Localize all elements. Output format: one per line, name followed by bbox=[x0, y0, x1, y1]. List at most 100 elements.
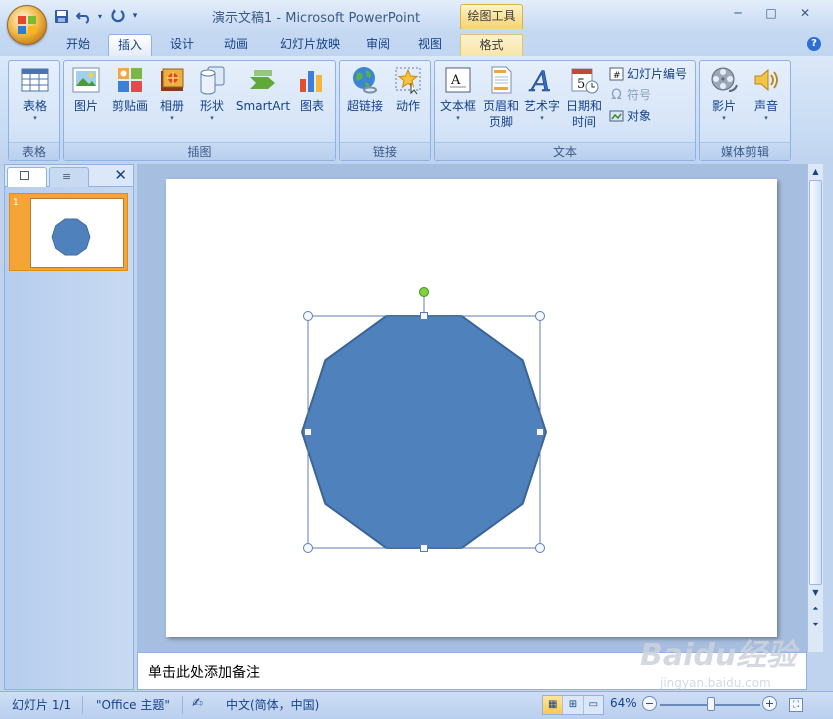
zoom-slider-thumb[interactable] bbox=[707, 697, 715, 711]
customize-toolbar-icon[interactable]: ▾ bbox=[130, 7, 140, 25]
zoom-out-icon[interactable]: − bbox=[642, 696, 657, 711]
office-button[interactable] bbox=[7, 5, 47, 45]
object-label: 对象 bbox=[627, 109, 652, 123]
header-footer-button[interactable]: 页眉和 页脚 bbox=[480, 63, 522, 130]
undo-icon[interactable] bbox=[74, 7, 92, 25]
wordart-icon: A bbox=[528, 65, 552, 95]
sound-button[interactable]: 声音 ▾ bbox=[746, 63, 786, 123]
chart-label: 图表 bbox=[299, 99, 324, 113]
speaker-icon bbox=[754, 68, 778, 92]
slide-thumbnail[interactable] bbox=[30, 198, 124, 268]
sound-label: 声音 bbox=[753, 99, 778, 113]
previous-slide-icon[interactable]: ⏶ bbox=[809, 602, 822, 616]
table-button[interactable]: 表格 ▾ bbox=[13, 63, 57, 123]
resize-handle-left[interactable] bbox=[304, 428, 312, 436]
group-links: 超链接 动作 链接 bbox=[339, 60, 431, 161]
slideshow-view-icon[interactable]: ▭ bbox=[583, 696, 603, 714]
undo-dropdown-icon[interactable]: ▾ bbox=[96, 7, 104, 25]
scroll-thumb[interactable] bbox=[809, 180, 822, 585]
resize-handle-bottom-left[interactable] bbox=[303, 543, 313, 553]
picture-button[interactable]: 图片 bbox=[68, 63, 104, 114]
smartart-button[interactable]: SmartArt bbox=[234, 63, 292, 114]
dropdown-arrow-icon: ▾ bbox=[210, 114, 214, 122]
tab-home[interactable]: 开始 bbox=[58, 34, 98, 56]
decagon-shape[interactable] bbox=[300, 315, 548, 549]
help-icon[interactable]: ? bbox=[807, 37, 821, 51]
tab-animations[interactable]: 动画 bbox=[216, 34, 256, 56]
hyperlink-button[interactable]: 超链接 bbox=[344, 63, 386, 114]
hyperlink-label: 超链接 bbox=[346, 99, 383, 113]
tab-view[interactable]: 视图 bbox=[410, 34, 450, 56]
scroll-up-icon[interactable]: ▲ bbox=[809, 165, 822, 179]
rotation-handle[interactable] bbox=[419, 287, 429, 297]
status-bar: 幻灯片 1/1 "Office 主题" ✍ 中文(简体，中国) ▦ ⊞ ▭ 64… bbox=[0, 691, 833, 719]
panel-tabs: ≡ ✕ bbox=[5, 165, 133, 187]
resize-handle-top-left[interactable] bbox=[303, 311, 313, 321]
theme-name[interactable]: "Office 主题" bbox=[96, 696, 170, 713]
tab-design[interactable]: 设计 bbox=[162, 34, 202, 56]
fit-to-window-icon[interactable]: ⛶ bbox=[789, 698, 803, 712]
watermark-logo: Baidu经验 bbox=[640, 638, 797, 673]
resize-handle-top[interactable] bbox=[420, 312, 428, 320]
chart-icon bbox=[300, 71, 322, 92]
save-icon[interactable] bbox=[52, 7, 70, 25]
slide-sorter-view-icon[interactable]: ⊞ bbox=[563, 696, 584, 714]
wordart-button[interactable]: A 艺术字 ▾ bbox=[523, 63, 561, 123]
zoom-level[interactable]: 64% bbox=[610, 696, 637, 710]
close-icon[interactable]: ✕ bbox=[794, 6, 816, 22]
svg-text:5: 5 bbox=[577, 77, 585, 92]
close-panel-icon[interactable]: ✕ bbox=[114, 166, 127, 184]
ribbon: 表格 ▾ 表格 图片 剪贴画 相册 ▾ 形状 ▾ SmartArt 图表 插图 … bbox=[0, 56, 833, 164]
movie-label: 影片 bbox=[711, 99, 736, 113]
object-button[interactable]: 对象 bbox=[609, 106, 651, 126]
maximize-icon[interactable]: □ bbox=[760, 6, 782, 22]
album-label: 相册 bbox=[159, 99, 184, 113]
object-icon bbox=[609, 110, 624, 122]
chart-button[interactable]: 图表 bbox=[294, 63, 330, 114]
scroll-down-icon[interactable]: ▼ bbox=[809, 586, 822, 600]
group-label-text: 文本 bbox=[435, 142, 695, 160]
resize-handle-top-right[interactable] bbox=[535, 311, 545, 321]
next-slide-icon[interactable]: ⏷ bbox=[809, 618, 822, 632]
movie-button[interactable]: 影片 ▾ bbox=[704, 63, 744, 123]
group-table: 表格 ▾ 表格 bbox=[8, 60, 60, 161]
group-media: 影片 ▾ 声音 ▾ 媒体剪辑 bbox=[699, 60, 791, 161]
slide-number-button[interactable]: # 幻灯片编号 bbox=[609, 64, 687, 84]
slide-thumbnail-selected[interactable]: 1 bbox=[9, 193, 128, 271]
tab-insert[interactable]: 插入 bbox=[108, 34, 152, 56]
group-label-links: 链接 bbox=[340, 142, 430, 160]
header-footer-icon bbox=[491, 66, 512, 94]
spelling-check-icon[interactable]: ✍ bbox=[192, 696, 203, 711]
vertical-scrollbar[interactable]: ▲ ▼ ⏶ ⏷ bbox=[807, 164, 823, 652]
resize-handle-bottom-right[interactable] bbox=[535, 543, 545, 553]
group-illustrations: 图片 剪贴画 相册 ▾ 形状 ▾ SmartArt 图表 插图 bbox=[63, 60, 336, 161]
tab-slideshow[interactable]: 幻灯片放映 bbox=[270, 34, 350, 56]
header-footer-label-1: 页眉和 bbox=[482, 99, 519, 113]
album-button[interactable]: 相册 ▾ bbox=[154, 63, 190, 123]
outline-tab[interactable]: ≡ bbox=[49, 167, 89, 187]
textbox-button[interactable]: A 文本框 ▾ bbox=[437, 63, 479, 123]
symbol-button[interactable]: Ω 符号 bbox=[609, 85, 651, 105]
wordart-label: 艺术字 bbox=[523, 99, 560, 113]
ribbon-tabs: 开始 插入 设计 动画 幻灯片放映 审阅 视图 格式 ? bbox=[0, 31, 833, 56]
resize-handle-right[interactable] bbox=[536, 428, 544, 436]
slide-canvas[interactable] bbox=[166, 179, 777, 637]
zoom-in-icon[interactable]: + bbox=[762, 696, 777, 711]
clipart-label: 剪贴画 bbox=[111, 99, 148, 113]
dropdown-arrow-icon: ▾ bbox=[33, 114, 37, 122]
redo-icon[interactable] bbox=[108, 7, 126, 25]
slides-tab[interactable] bbox=[7, 167, 47, 187]
view-buttons: ▦ ⊞ ▭ bbox=[542, 695, 604, 715]
language-indicator[interactable]: 中文(简体，中国) bbox=[226, 696, 319, 713]
table-label: 表格 bbox=[22, 99, 47, 113]
tab-format[interactable]: 格式 bbox=[460, 34, 523, 56]
normal-view-icon[interactable]: ▦ bbox=[543, 696, 564, 714]
resize-handle-bottom[interactable] bbox=[420, 544, 428, 552]
shapes-button[interactable]: 形状 ▾ bbox=[194, 63, 230, 123]
action-button[interactable]: 动作 bbox=[388, 63, 428, 114]
clipart-button[interactable]: 剪贴画 bbox=[108, 63, 152, 114]
tab-review[interactable]: 审阅 bbox=[358, 34, 398, 56]
datetime-button[interactable]: 5 日期和 时间 bbox=[563, 63, 605, 130]
minimize-icon[interactable]: ─ bbox=[727, 6, 749, 22]
dropdown-arrow-icon: ▾ bbox=[540, 114, 544, 122]
